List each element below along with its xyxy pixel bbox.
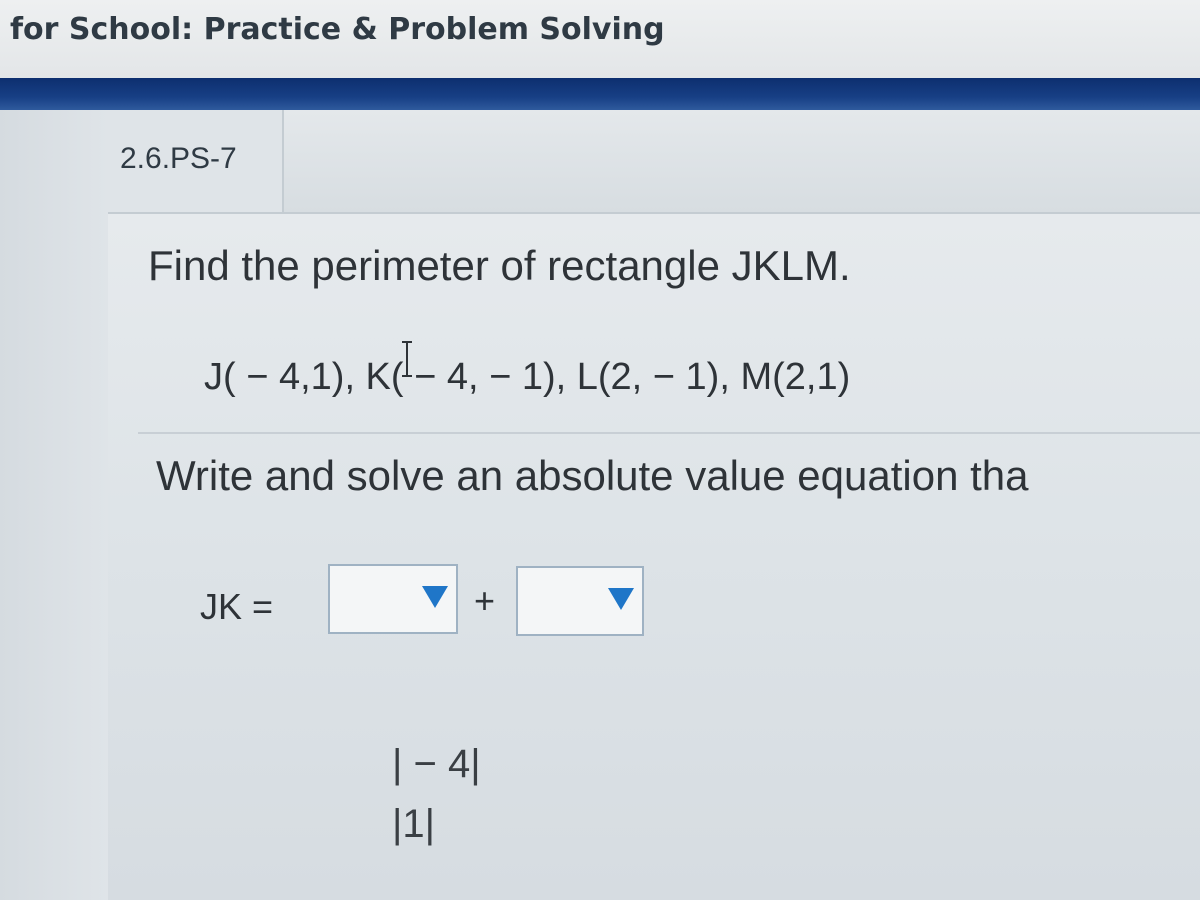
divider bbox=[138, 432, 1200, 434]
question-text: Find the perimeter of rectangle JKLM. bbox=[148, 242, 851, 289]
points-text: J( − 4,1), K( − 4, − 1), L(2, − 1), M(2,… bbox=[204, 356, 851, 398]
instruction-text: Write and solve an absolute value equati… bbox=[156, 452, 1029, 499]
question-area: Find the perimeter of rectangle JKLM. J(… bbox=[108, 214, 1200, 900]
top-header: for School: Practice & Problem Solving bbox=[0, 0, 1200, 78]
first-term-dropdown[interactable] bbox=[328, 564, 458, 634]
left-panel bbox=[0, 110, 108, 900]
page-title: for School: Practice & Problem Solving bbox=[10, 12, 665, 47]
triangle-down-icon[interactable] bbox=[422, 586, 448, 608]
problem-id-tab: 2.6.PS-7 bbox=[108, 110, 284, 212]
dropdown-options-list: | − 4| |1| bbox=[392, 734, 522, 854]
dropdown-option-abs-neg-4[interactable]: | − 4| bbox=[392, 734, 522, 794]
triangle-down-icon[interactable] bbox=[608, 588, 634, 610]
dropdown-option-abs-1[interactable]: |1| bbox=[392, 794, 522, 854]
problem-header: 2.6.PS-7 bbox=[108, 110, 1200, 214]
second-term-dropdown[interactable] bbox=[516, 566, 644, 636]
i-beam-cursor-icon bbox=[402, 341, 412, 377]
blue-navigation-bar bbox=[0, 78, 1200, 110]
plus-operator: + bbox=[474, 580, 496, 621]
equation-label: JK = bbox=[200, 586, 274, 627]
problem-id: 2.6.PS-7 bbox=[120, 142, 237, 175]
